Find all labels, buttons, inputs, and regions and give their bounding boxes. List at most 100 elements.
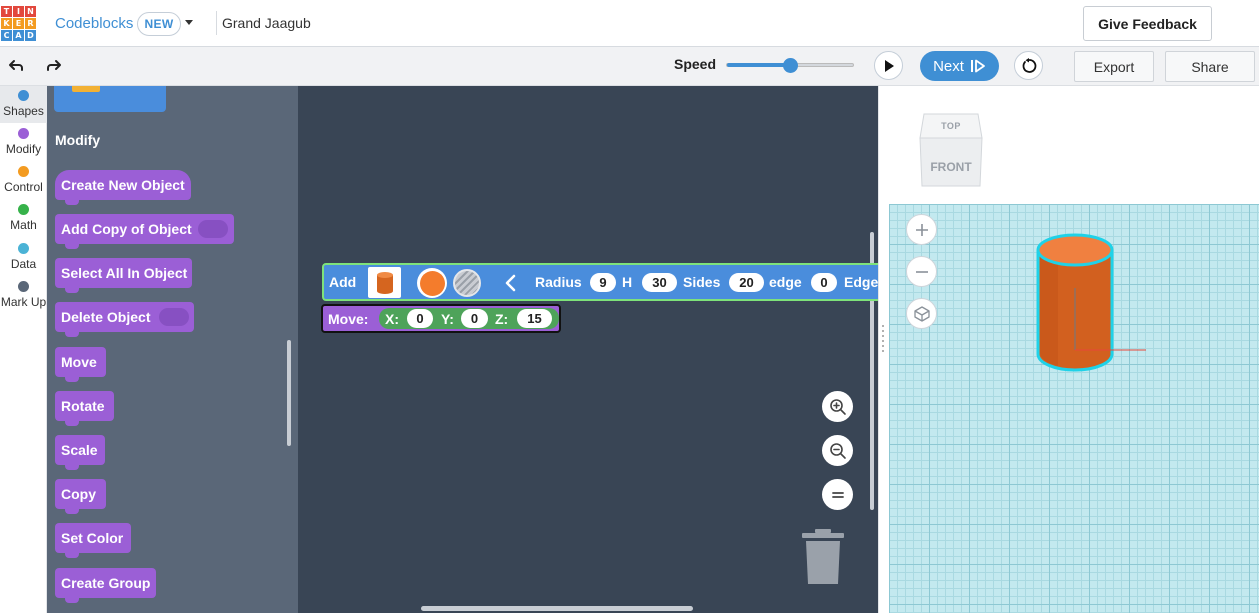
category-math[interactable]: Math	[0, 200, 47, 237]
block-copy[interactable]: Copy	[55, 479, 106, 514]
category-markup[interactable]: Mark Up	[0, 277, 47, 314]
workspace-horizontal-scrollbar[interactable]	[421, 606, 693, 611]
cylinder-3d-object[interactable]	[1030, 232, 1150, 374]
cylinder-shape-icon	[376, 271, 393, 294]
panel-resize-handle-icon[interactable]	[880, 323, 886, 353]
zoom-out-button[interactable]	[822, 435, 853, 466]
trash-icon[interactable]	[801, 529, 845, 585]
block-create-group[interactable]: Create Group	[55, 568, 156, 603]
logo-tile: R	[25, 18, 36, 29]
hole-toggle[interactable]	[453, 269, 481, 297]
category-data[interactable]: Data	[0, 239, 47, 276]
speed-slider-fill	[727, 63, 791, 67]
shape-block-partial[interactable]	[54, 86, 166, 112]
sides-label: Sides	[683, 274, 721, 290]
reset-button[interactable]	[1014, 51, 1043, 80]
home-view-button[interactable]	[906, 298, 937, 329]
modify-dot-icon	[18, 128, 29, 139]
view-cube[interactable]: TOP FRONT	[918, 110, 984, 190]
block-label: Delete Object	[61, 309, 151, 325]
height-label: H	[622, 274, 633, 290]
category-label: Control	[4, 180, 43, 194]
collapse-chevron-icon[interactable]	[504, 274, 516, 292]
category-control[interactable]: Control	[0, 162, 47, 199]
design-name[interactable]: Grand Jaagub	[222, 15, 311, 31]
cube-home-icon	[913, 305, 930, 322]
palette-section-title: Modify	[55, 132, 101, 148]
category-label: Math	[10, 218, 37, 232]
palette-scrollbar[interactable]	[287, 340, 291, 446]
z-label: Z:	[495, 311, 509, 327]
sides-field[interactable]: 20	[729, 273, 764, 292]
minus-icon	[915, 270, 928, 273]
y-field[interactable]: 0	[461, 309, 488, 328]
block-scale[interactable]: Scale	[55, 435, 105, 470]
zoom-reset-button[interactable]	[822, 479, 853, 510]
code-workspace[interactable]	[298, 86, 878, 613]
view-cube-front-label[interactable]: FRONT	[918, 160, 984, 174]
zoom-in-button[interactable]	[822, 391, 853, 422]
chevron-down-icon[interactable]	[185, 20, 193, 25]
z-field[interactable]: 15	[517, 309, 552, 328]
radius-field[interactable]: 9	[590, 273, 616, 292]
logo-tile: C	[1, 30, 12, 41]
category-nav: Shapes Modify Control Math Data Mark Up	[0, 86, 47, 613]
logo-tile: K	[1, 18, 12, 29]
zoom-out-3d-button[interactable]	[906, 256, 937, 287]
speed-slider-thumb[interactable]	[783, 58, 798, 73]
export-button[interactable]: Export	[1074, 51, 1154, 82]
edge-field[interactable]: 0	[811, 273, 837, 292]
color-swatch	[419, 270, 445, 296]
edge2-label: Edge	[844, 274, 879, 290]
logo-tile: D	[25, 30, 36, 41]
logo-tile: I	[13, 6, 24, 17]
edge-label: edge	[769, 274, 802, 290]
header-divider	[216, 11, 217, 35]
plus-icon	[915, 223, 928, 236]
give-feedback-button[interactable]: Give Feedback	[1083, 6, 1212, 41]
block-add-copy-of-object[interactable]: Add Copy of Object	[55, 214, 234, 249]
block-label: Add Copy of Object	[61, 221, 192, 237]
redo-icon[interactable]	[44, 56, 64, 76]
zoom-out-icon	[829, 442, 846, 459]
category-modify[interactable]: Modify	[0, 124, 47, 161]
block-create-new-object[interactable]: Create New Object	[55, 170, 191, 205]
block-input-slot[interactable]	[159, 308, 189, 326]
markup-dot-icon	[18, 281, 29, 292]
share-button[interactable]: Share	[1165, 51, 1255, 82]
category-shapes[interactable]: Shapes	[0, 86, 47, 123]
step-icon	[970, 59, 985, 73]
shape-picker[interactable]	[368, 267, 401, 298]
block-select-all-in-object[interactable]: Select All In Object	[55, 258, 192, 293]
next-button[interactable]: Next	[920, 51, 999, 81]
category-label: Mark Up	[0, 295, 47, 309]
block-input-slot[interactable]	[198, 220, 228, 238]
y-label: Y:	[441, 311, 454, 327]
zoom-in-3d-button[interactable]	[906, 214, 937, 245]
star-shape-icon	[72, 86, 100, 92]
new-badge: NEW	[137, 12, 181, 36]
tinkercad-logo[interactable]: TIN KER CAD	[1, 6, 36, 41]
play-button[interactable]	[874, 51, 903, 80]
color-picker[interactable]	[417, 268, 447, 298]
category-label: Modify	[5, 142, 42, 156]
speed-label: Speed	[674, 56, 717, 72]
block-set-color[interactable]: Set Color	[55, 523, 131, 558]
height-field[interactable]: 30	[642, 273, 677, 292]
reset-icon	[1022, 57, 1036, 73]
move-block[interactable]: Move: X: 0 Y: 0 Z: 15	[321, 304, 561, 333]
control-dot-icon	[18, 166, 29, 177]
data-dot-icon	[18, 243, 29, 254]
app-name[interactable]: Codeblocks	[55, 15, 133, 32]
logo-tile: E	[13, 18, 24, 29]
undo-icon[interactable]	[6, 56, 26, 76]
radius-label: Radius	[535, 274, 582, 290]
view-cube-top-label[interactable]: TOP	[918, 121, 984, 131]
x-field[interactable]: 0	[407, 309, 433, 328]
add-shape-block[interactable]: Add Radius 9 H 30 Sides 20 edge 0 Edge	[322, 263, 882, 301]
block-delete-object[interactable]: Delete Object	[55, 302, 194, 337]
block-rotate[interactable]: Rotate	[55, 391, 114, 426]
block-move[interactable]: Move	[55, 347, 106, 382]
math-dot-icon	[18, 204, 29, 215]
next-label: Next	[933, 57, 964, 75]
